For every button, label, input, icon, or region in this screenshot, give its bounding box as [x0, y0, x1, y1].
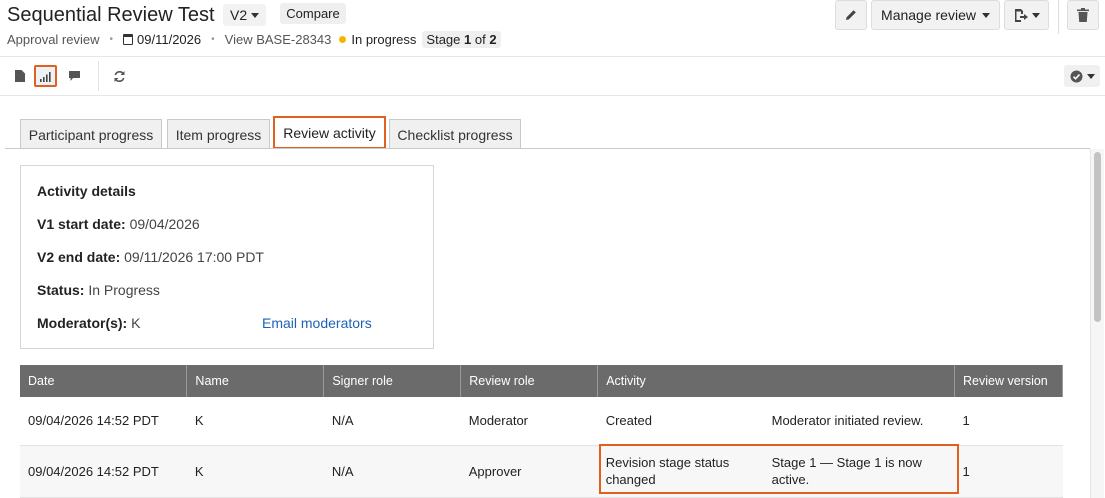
- column-header-signer-role[interactable]: Signer role: [323, 365, 462, 397]
- v1-start-row: V1 start date: 09/04/2026: [37, 216, 200, 232]
- export-icon: [1015, 8, 1028, 22]
- tab-item-progress[interactable]: Item progress: [167, 119, 270, 149]
- pencil-icon: [846, 10, 856, 20]
- cell-signer-role: N/A: [323, 397, 461, 446]
- moderators-value: K: [131, 315, 141, 331]
- cell-review-role: Approver: [460, 445, 598, 498]
- column-header-review-role[interactable]: Review role: [460, 365, 599, 397]
- chevron-down-icon: [251, 12, 260, 18]
- stage-badge: Stage 1 of 2: [422, 30, 501, 48]
- review-meta: Approval review • 09/11/2026 • View BASE…: [7, 30, 501, 48]
- progress-view-button[interactable]: [34, 65, 57, 87]
- cell-activity: Created: [597, 397, 764, 446]
- manage-review-label: Manage review: [881, 7, 976, 23]
- stage-total: 2: [489, 31, 497, 47]
- v2-end-value: 09/11/2026 17:00 PDT: [124, 249, 264, 265]
- comments-view-button[interactable]: [63, 65, 86, 87]
- moderators-label: Moderator(s):: [37, 315, 128, 331]
- toolbar-rule: [0, 95, 1105, 96]
- tab-checklist-progress[interactable]: Checklist progress: [389, 119, 521, 149]
- comment-icon: [69, 71, 80, 81]
- toolbar-divider: [98, 61, 99, 91]
- stage-current: 1: [464, 31, 472, 47]
- cell-activity: Revision stage status changed: [597, 445, 764, 498]
- calendar-icon: [123, 33, 134, 45]
- header-rule: [0, 56, 1105, 57]
- tab-baseline: [5, 148, 1090, 149]
- header-divider: [1058, 0, 1059, 34]
- cell-date: 09/04/2026 14:52 PDT: [20, 397, 187, 446]
- review-date: 09/11/2026: [137, 31, 202, 47]
- table-row: 09/04/2026 14:52 PDT K N/A Moderator Cre…: [20, 397, 1063, 446]
- trash-icon: [1077, 8, 1089, 22]
- separator-dot: •: [109, 33, 114, 45]
- status-text: In progress: [351, 31, 417, 47]
- column-header-name[interactable]: Name: [186, 365, 325, 397]
- email-moderators-link[interactable]: Email moderators: [262, 315, 372, 331]
- edit-button[interactable]: [835, 0, 867, 30]
- column-header-activity[interactable]: Activity: [597, 365, 955, 397]
- stage-prefix: Stage: [426, 31, 461, 47]
- review-type: Approval review: [7, 31, 100, 47]
- status-row: Status: In Progress: [37, 282, 160, 298]
- cell-signer-role: N/A: [323, 445, 461, 498]
- v1-start-value: 09/04/2026: [129, 216, 200, 232]
- compare-button[interactable]: Compare: [280, 3, 346, 24]
- cell-activity-detail: Stage 1 — Stage 1 is now active.: [763, 445, 955, 498]
- review-activity-table: Date Name Signer role Review role Activi…: [20, 365, 1063, 498]
- v1-start-label: V1 start date:: [37, 216, 126, 232]
- cell-review-version: 1: [954, 397, 1063, 446]
- refresh-button[interactable]: [108, 65, 131, 87]
- check-circle-icon: [1070, 70, 1082, 82]
- separator-dot: •: [211, 33, 215, 45]
- tab-review-activity[interactable]: Review activity: [273, 116, 386, 149]
- delete-button[interactable]: [1067, 0, 1099, 30]
- version-dropdown[interactable]: V2: [223, 4, 267, 26]
- status-label: Status:: [37, 282, 85, 298]
- column-header-date[interactable]: Date: [20, 365, 188, 397]
- status-dot-icon: [339, 35, 347, 43]
- decision-status-dropdown[interactable]: [1064, 65, 1100, 87]
- table-row: 09/04/2026 14:52 PDT K N/A Approver Revi…: [20, 445, 1063, 498]
- tab-participant-progress[interactable]: Participant progress: [20, 119, 162, 149]
- cell-name: K: [186, 397, 324, 446]
- page-title: Sequential Review Test: [7, 4, 215, 26]
- stage-of: of: [474, 31, 486, 47]
- status-value: In Progress: [88, 282, 160, 298]
- document-icon: [14, 70, 25, 82]
- bar-chart-icon: [40, 71, 51, 82]
- refresh-icon: [114, 70, 125, 82]
- version-label: V2: [230, 7, 248, 23]
- chevron-down-icon: [981, 12, 990, 18]
- cell-name: K: [186, 445, 324, 498]
- activity-details-title: Activity details: [37, 183, 136, 199]
- column-header-review-version[interactable]: Review version: [954, 365, 1063, 397]
- cell-activity-detail: Moderator initiated review.: [763, 397, 955, 446]
- chevron-down-icon: [1086, 73, 1095, 79]
- activity-details-card: Activity details V1 start date: 09/04/20…: [20, 165, 434, 349]
- table-header-row: Date Name Signer role Review role Activi…: [20, 365, 1063, 397]
- v2-end-label: V2 end date:: [37, 249, 121, 265]
- cell-date: 09/04/2026 14:52 PDT: [20, 445, 187, 498]
- scrollbar-thumb[interactable]: [1094, 152, 1101, 322]
- manage-review-button[interactable]: Manage review: [871, 0, 1000, 30]
- view-link[interactable]: View BASE-28343: [225, 32, 332, 47]
- export-button[interactable]: [1004, 0, 1049, 30]
- v2-end-row: V2 end date: 09/11/2026 17:00 PDT: [37, 249, 264, 265]
- document-view-button[interactable]: [8, 65, 31, 87]
- moderators-row: Moderator(s): K: [37, 315, 143, 331]
- cell-review-version: 1: [954, 445, 1063, 498]
- cell-review-role: Moderator: [460, 397, 598, 446]
- chevron-down-icon: [1032, 12, 1040, 18]
